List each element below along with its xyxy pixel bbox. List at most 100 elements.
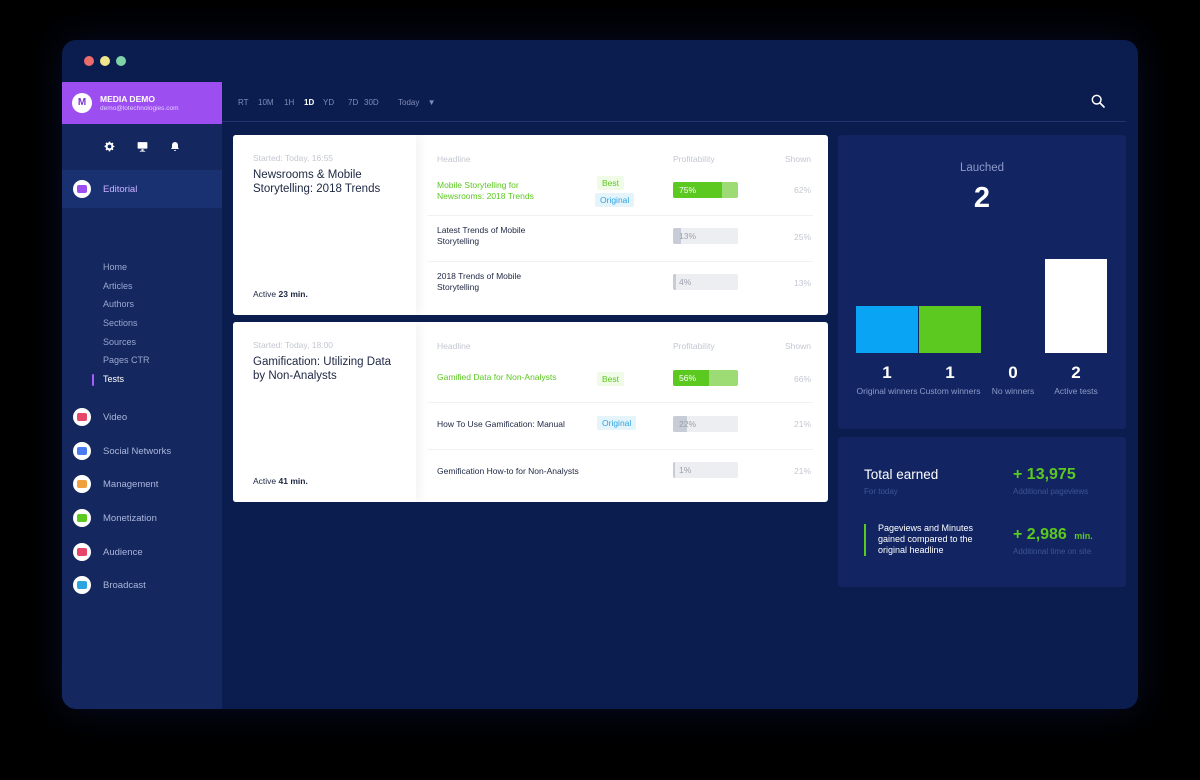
shown-value: 21% xyxy=(793,466,811,476)
chart-bar xyxy=(919,306,981,353)
target-icon xyxy=(73,475,91,493)
test-active-duration: Active 41 min. xyxy=(253,476,308,486)
timeframe-yd[interactable]: YD xyxy=(323,98,334,107)
test-summary: Started: Today, 16:55 Newsrooms & Mobile… xyxy=(233,135,416,315)
sidebar-management-label: Management xyxy=(103,479,159,490)
launched-label: Lauched xyxy=(959,162,1005,174)
original-badge: Original xyxy=(595,193,635,207)
pageviews-label: Additional pageviews xyxy=(1013,487,1089,496)
title-bar xyxy=(62,40,1138,82)
row-divider xyxy=(428,449,813,450)
profitability-fill xyxy=(673,274,676,290)
account-header[interactable]: M MEDIA DEMO demo@lotechnologies.com xyxy=(62,82,222,124)
note-accent-bar xyxy=(864,524,866,556)
sidebar-item-tests[interactable]: Tests xyxy=(103,374,124,384)
profitability-label: 22% xyxy=(679,419,697,429)
account-email: demo@lotechnologies.com xyxy=(100,105,179,112)
sidebar-video-label: Video xyxy=(103,412,128,423)
timeframe-1h[interactable]: 1H xyxy=(284,98,294,107)
timeframe-30d[interactable]: 30D xyxy=(364,98,379,107)
shown-value: 25% xyxy=(793,232,811,242)
headline-text: Gemification How-to for Non-Analysts xyxy=(437,466,579,476)
chart-bar xyxy=(856,306,918,353)
launched-count: 2 xyxy=(973,182,991,214)
no-winners-value: 0 xyxy=(1008,363,1018,382)
chevron-down-icon: ▼ xyxy=(427,98,436,107)
pageviews-value: + 13,975 xyxy=(1013,466,1076,483)
sidebar-item-sources[interactable]: Sources xyxy=(103,337,136,347)
shown-value: 13% xyxy=(793,278,811,288)
headline-text: Mobile Storytelling for Newsrooms: 2018 … xyxy=(437,180,534,201)
earnings-note: Pageviews and Minutes gained compared to… xyxy=(878,523,974,555)
profitability-remainder xyxy=(721,182,738,198)
column-header-shown: Shown xyxy=(785,341,811,351)
minutes-value: + 2,986 min. xyxy=(1013,526,1093,544)
profitability-fill xyxy=(673,462,675,478)
headline-text: Gamified Data for Non-Analysts xyxy=(437,372,557,382)
column-header-shown: Shown xyxy=(785,154,811,164)
test-summary: Started: Today, 18:00 Gamification: Util… xyxy=(233,322,416,502)
shown-value: 62% xyxy=(793,185,811,195)
app-window: M MEDIA DEMO demo@lotechnologies.com Edi… xyxy=(62,40,1138,709)
minutes-label: Additional time on site xyxy=(1013,547,1092,556)
profitability-bar: 1% xyxy=(673,462,738,478)
column-header-profitability: Profitability xyxy=(673,341,715,351)
sidebar-monetization-label: Monetization xyxy=(103,513,157,524)
test-start-time: Started: Today, 16:55 xyxy=(253,153,334,163)
shown-value: 66% xyxy=(793,374,811,384)
best-badge: Best xyxy=(597,372,625,386)
test-title: Newsrooms & Mobile Storytelling: 2018 Tr… xyxy=(253,169,381,195)
active-prefix: Active xyxy=(253,476,277,486)
test-title: Gamification: Utilizing Data by Non-Anal… xyxy=(253,356,392,382)
row-divider xyxy=(428,402,813,403)
headline-text: How To Use Gamification: Manual xyxy=(437,419,565,429)
timeframe-1d[interactable]: 1D xyxy=(304,98,314,107)
sidebar-toolbar xyxy=(62,140,222,156)
timeframe-rt[interactable]: RT xyxy=(238,98,249,107)
sidebar-item-sections[interactable]: Sections xyxy=(103,318,138,328)
minimize-window-button[interactable] xyxy=(100,56,110,66)
sidebar-social-label: Social Networks xyxy=(103,446,172,457)
active-indicator xyxy=(92,374,94,386)
earnings-panel: Total earned For today + 13,975 Addition… xyxy=(838,437,1126,587)
total-earned-title: Total earned xyxy=(864,467,939,482)
sidebar-section-editorial[interactable]: Editorial xyxy=(62,170,222,208)
total-earned-subtitle: For today xyxy=(864,487,898,496)
column-header-headline: Headline xyxy=(437,154,471,164)
tv-icon xyxy=(73,576,91,594)
timeframe-10m[interactable]: 10M xyxy=(258,98,274,107)
monitor-icon[interactable] xyxy=(136,140,149,157)
profitability-bar: 56% xyxy=(673,370,738,386)
editorial-icon xyxy=(73,180,91,198)
test-active-duration: Active 23 min. xyxy=(253,289,308,299)
sidebar-item-pages-ctr[interactable]: Pages CTR xyxy=(103,355,150,365)
column-header-headline: Headline xyxy=(437,341,471,351)
test-card[interactable]: Started: Today, 16:55 Newsrooms & Mobile… xyxy=(233,135,828,315)
profitability-label: 13% xyxy=(679,231,697,241)
sidebar-editorial-label: Editorial xyxy=(103,184,138,195)
sidebar-item-home[interactable]: Home xyxy=(103,262,127,272)
maximize-window-button[interactable] xyxy=(116,56,126,66)
profitability-bar: 4% xyxy=(673,274,738,290)
timeframe-7d[interactable]: 7D xyxy=(348,98,358,107)
bell-icon[interactable] xyxy=(169,140,181,157)
test-card[interactable]: Started: Today, 18:00 Gamification: Util… xyxy=(233,322,828,502)
row-divider xyxy=(428,215,813,216)
profitability-label: 75% xyxy=(679,185,697,195)
chart-bar xyxy=(1045,259,1107,353)
account-name: MEDIA DEMO xyxy=(100,94,155,104)
active-value: 23 min. xyxy=(278,289,308,299)
headline-text: Latest Trends of Mobile Storytelling xyxy=(437,225,526,246)
search-icon[interactable] xyxy=(1090,93,1106,109)
close-window-button[interactable] xyxy=(84,56,94,66)
top-bar: RT 10M 1H 1D YD 7D 30D Today ▼ xyxy=(222,82,1126,122)
custom-winners-label: Custom winners xyxy=(919,386,981,396)
sidebar-item-articles[interactable]: Articles xyxy=(103,281,133,291)
sidebar-item-authors[interactable]: Authors xyxy=(103,299,134,309)
date-select[interactable]: Today ▼ xyxy=(398,98,436,107)
test-start-time: Started: Today, 18:00 xyxy=(253,340,334,350)
gear-icon[interactable] xyxy=(103,140,116,157)
original-winners-label: Original winners xyxy=(856,386,918,396)
sidebar-audience-label: Audience xyxy=(103,547,143,558)
no-winners-label: No winners xyxy=(991,386,1035,396)
